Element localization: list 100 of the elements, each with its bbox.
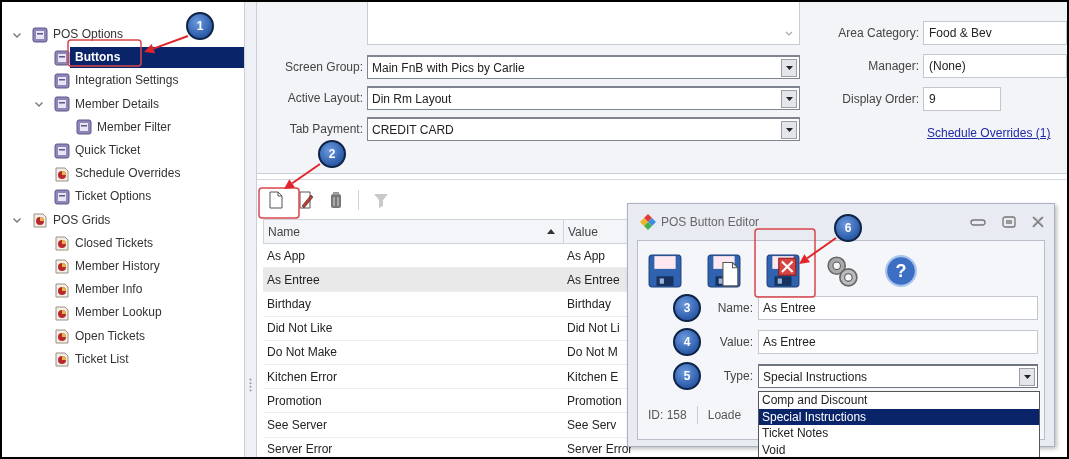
- save-button[interactable]: [648, 254, 682, 288]
- dropdown-arrow-icon: [1023, 374, 1031, 379]
- dropdown-option[interactable]: Void: [759, 441, 1039, 457]
- tree-item[interactable]: Ticket List: [70, 348, 133, 370]
- report-icon: [54, 281, 70, 298]
- combo-box[interactable]: Special Instructions: [758, 364, 1038, 388]
- trash-icon: [329, 190, 343, 209]
- table-cell-text: Kitchen Error: [266, 368, 339, 386]
- dropdown-button[interactable]: [781, 120, 797, 139]
- report-icon: [54, 258, 70, 275]
- combo-box[interactable]: Din Rm Layout: [367, 86, 800, 110]
- combo-box[interactable]: CREDIT CARD: [367, 117, 800, 141]
- tree-item[interactable]: POS Options: [48, 24, 128, 46]
- tree-item[interactable]: Member History: [70, 255, 164, 277]
- maximize-button[interactable]: [1002, 216, 1016, 228]
- table-cell-text: As Entree: [266, 271, 321, 289]
- text-field[interactable]: As Entree: [758, 330, 1038, 354]
- tree-item[interactable]: Quick Ticket: [70, 140, 145, 162]
- tree-item[interactable]: POS Grids: [48, 209, 115, 231]
- table-cell-text: Do Not M: [566, 344, 618, 362]
- callout-arrow: [284, 163, 321, 189]
- report-icon: [54, 165, 70, 182]
- page-icon: [268, 190, 284, 209]
- dropdown-button[interactable]: [781, 58, 797, 77]
- field-label: Manager:: [867, 58, 920, 75]
- table-cell-text: See Server: [266, 416, 329, 434]
- grip-icon: [249, 378, 252, 392]
- table-cell-text: Birthday: [566, 295, 612, 313]
- floppy-with-x-icon: [766, 254, 800, 288]
- table-cell-text: Did Not Li: [566, 320, 620, 338]
- form-icon: [54, 96, 70, 113]
- tree-item[interactable]: Open Tickets: [70, 325, 150, 347]
- table-cell-text: Server Error: [566, 441, 633, 457]
- column-header[interactable]: Value: [564, 220, 598, 243]
- highlight-frame: [258, 187, 300, 219]
- window-title: POS Button Editor: [661, 214, 760, 231]
- save-delete-button[interactable]: [766, 254, 800, 288]
- callout-badge: 5: [673, 362, 701, 390]
- tree-item[interactable]: Ticket Options: [70, 186, 156, 208]
- schedule-overrides-link[interactable]: Schedule Overrides (1): [927, 124, 1051, 142]
- minimize-button[interactable]: [970, 217, 986, 227]
- maximize-icon: [1002, 216, 1016, 228]
- text-field[interactable]: 9: [923, 87, 1001, 111]
- form-icon: [54, 188, 70, 205]
- table-cell-text: Birthday: [266, 295, 313, 313]
- edit-icon: [298, 190, 314, 209]
- text-field[interactable]: (None): [923, 54, 1067, 78]
- selected-row-highlight[interactable]: As Entree As Entree: [263, 268, 629, 293]
- table-cell-text: As App: [266, 247, 307, 265]
- tree-item[interactable]: Member Info: [70, 279, 147, 301]
- floppy-with-page-icon: [707, 254, 741, 288]
- dropdown-arrow-icon: [785, 96, 793, 101]
- table-cell-text: Promotion: [266, 392, 323, 410]
- options-button[interactable]: [825, 254, 859, 288]
- tree-item[interactable]: Member Filter: [92, 116, 175, 138]
- report-icon: [32, 212, 48, 229]
- report-icon: [54, 351, 70, 368]
- close-icon: [1032, 216, 1044, 228]
- dropdown-button[interactable]: [1019, 367, 1035, 386]
- funnel-icon: [373, 191, 389, 208]
- dropdown-button[interactable]: [781, 89, 797, 108]
- table-cell-text: See Serv: [566, 416, 617, 434]
- field-label: Tab Payment:: [288, 121, 364, 138]
- tree-item[interactable]: Member Lookup: [70, 302, 166, 324]
- dropdown-arrow-icon: [785, 127, 793, 132]
- description-field[interactable]: [367, 2, 800, 45]
- text-field[interactable]: As Entree: [758, 296, 1038, 320]
- field-label: Active Layout:: [286, 90, 364, 107]
- combo-box[interactable]: Main FnB with Pics by Carlie: [367, 55, 800, 79]
- tree-item[interactable]: Integration Settings: [70, 70, 183, 92]
- column-header[interactable]: Name: [264, 220, 564, 243]
- table-cell-text: Do Not Make: [266, 344, 339, 362]
- table-cell-text: Kitchen E: [566, 368, 619, 386]
- dropdown-option[interactable]: Ticket Notes: [759, 425, 1039, 442]
- field-label: Type:: [723, 368, 753, 385]
- field-label: Area Category:: [837, 25, 920, 42]
- tree-item[interactable]: Member Details: [70, 93, 164, 115]
- callout-arrow: [799, 237, 837, 264]
- tree-item[interactable]: Buttons: [70, 47, 244, 69]
- field-label: Name:: [717, 300, 753, 317]
- tree-item[interactable]: Schedule Overrides: [70, 163, 185, 185]
- report-icon: [54, 304, 70, 321]
- app-logo-icon: [640, 214, 656, 230]
- text-field[interactable]: Food & Bev: [923, 21, 1067, 45]
- help-button[interactable]: ?: [884, 254, 918, 288]
- report-icon: [54, 328, 70, 345]
- table-cell-text: As App: [566, 247, 606, 265]
- table-cell-text: Promotion: [566, 392, 622, 410]
- save-new-button[interactable]: [707, 254, 741, 288]
- dropdown-arrow-icon: [785, 65, 793, 70]
- callout-badge: 3: [673, 294, 701, 322]
- highlight-frame: [754, 228, 816, 298]
- table-cell-text: As Entree: [566, 271, 620, 289]
- gears-icon: [825, 254, 859, 288]
- form-icon: [32, 26, 48, 43]
- tree-item[interactable]: Closed Tickets: [70, 232, 158, 254]
- close-button[interactable]: [1032, 216, 1044, 228]
- dropdown-option[interactable]: Special Instructions: [759, 408, 1039, 425]
- field-label: Value:: [719, 334, 753, 351]
- dropdown-option[interactable]: Comp and Discount: [759, 392, 1039, 409]
